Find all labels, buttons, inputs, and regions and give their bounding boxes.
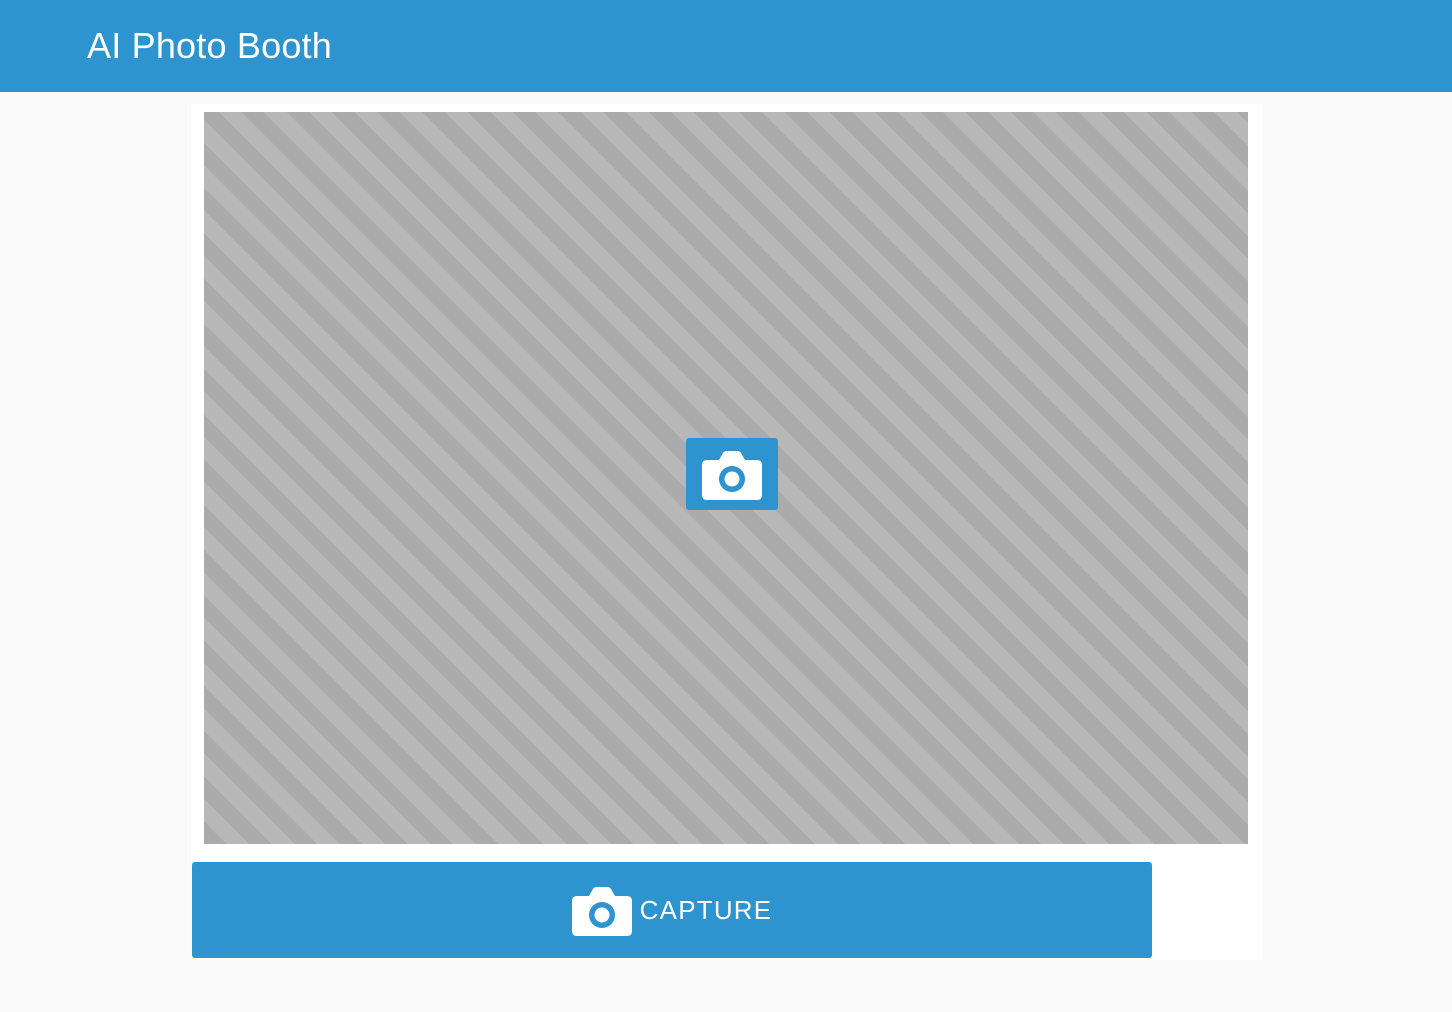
photo-panel: CAPTURE <box>191 104 1262 960</box>
camera-viewfinder <box>204 112 1248 844</box>
camera-icon <box>702 451 762 500</box>
camera-icon <box>571 887 632 936</box>
capture-button[interactable]: CAPTURE <box>192 862 1152 958</box>
app-title: AI Photo Booth <box>87 25 332 66</box>
app-bar: AI Photo Booth <box>0 0 1452 92</box>
capture-button-icon-wrap <box>571 884 632 936</box>
camera-placeholder-badge <box>686 438 778 510</box>
capture-button-label: CAPTURE <box>639 894 773 925</box>
